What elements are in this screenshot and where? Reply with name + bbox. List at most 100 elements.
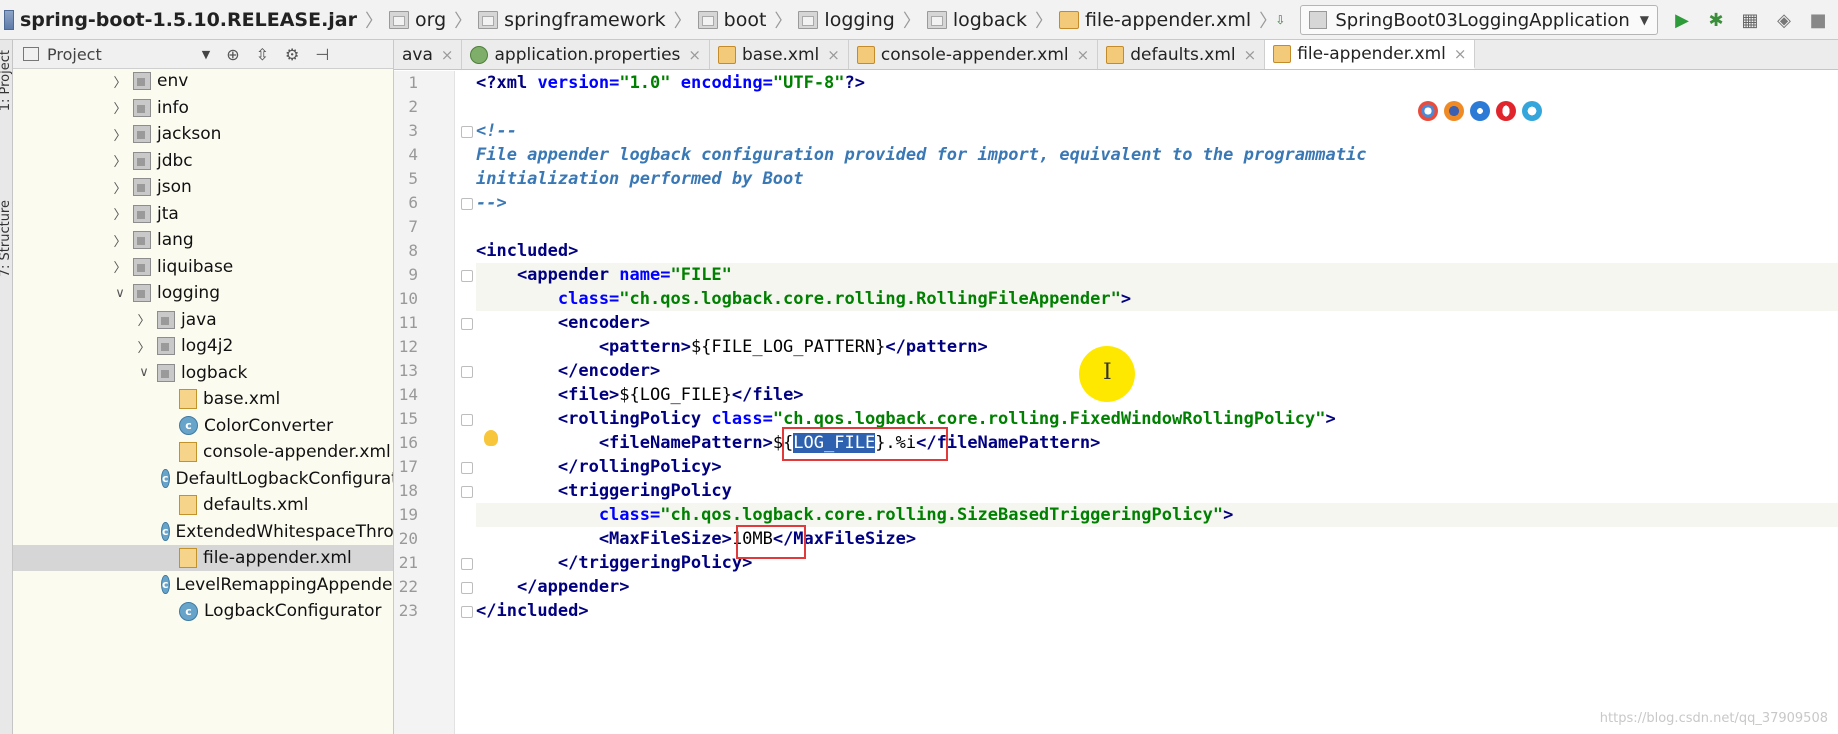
code-line[interactable]: <rollingPolicy class="ch.qos.logback.cor… [476,407,1776,431]
lightbulb-icon[interactable] [484,430,498,446]
fold-marker-icon[interactable] [461,606,473,618]
code-line[interactable]: <MaxFileSize>10MB</MaxFileSize> [476,527,1776,551]
tree-item[interactable]: ∨ logging [13,280,393,306]
run-icon[interactable]: ▶ [1668,6,1696,34]
code-line[interactable]: </rollingPolicy> [476,455,1776,479]
fold-marker-icon[interactable] [461,558,473,570]
profile-icon[interactable]: ◈ [1770,6,1798,34]
fold-marker-icon[interactable] [461,126,473,138]
tree-item[interactable]: 〉 java [13,307,393,333]
tree-item[interactable]: base.xml [13,386,393,412]
target-icon[interactable]: ⊕ [226,45,239,64]
tree-item[interactable]: console-appender.xml [13,439,393,465]
editor-tab[interactable]: ava × [394,40,463,69]
code-line[interactable] [476,215,1776,239]
sort-icon[interactable]: ⇩ [1266,6,1294,34]
code-line[interactable]: <encoder> [476,311,1776,335]
chevron-right-icon[interactable]: 〉 [111,204,129,223]
chevron-right-icon[interactable]: 〉 [135,310,153,329]
project-tool-tab[interactable]: 1: Project [0,50,13,111]
chevron-right-icon[interactable]: 〉 [135,337,153,356]
fold-marker-icon[interactable] [461,366,473,378]
safari-icon[interactable] [1470,101,1490,121]
tree-item[interactable]: c DefaultLogbackConfigurati [13,466,393,492]
firefox-icon[interactable] [1444,101,1464,121]
code-line[interactable]: class="ch.qos.logback.core.rolling.SizeB… [476,503,1838,527]
code-line[interactable]: <included> [476,239,1776,263]
tree-item[interactable]: 〉 json [13,174,393,200]
tree-item[interactable]: ∨ logback [13,360,393,386]
code-line[interactable]: </triggeringPolicy> [476,551,1776,575]
fold-marker-icon[interactable] [461,462,473,474]
code-line[interactable] [476,95,1776,119]
breadcrumb-item-springframework[interactable]: springframework [474,0,671,40]
chevron-right-icon[interactable]: 〉 [111,178,129,197]
tree-item[interactable]: 〉 info [13,95,393,121]
code-line[interactable]: initialization performed by Boot [476,167,1776,191]
editor-tab[interactable]: file-appender.xml × [1265,40,1476,69]
chevron-down-icon[interactable]: ∨ [111,286,129,301]
chevron-down-icon[interactable]: ▼ [202,48,210,61]
chevron-right-icon[interactable]: 〉 [111,257,129,276]
code-line[interactable]: </included> [476,599,1776,623]
breadcrumb-item-boot[interactable]: boot [694,0,773,40]
tree-item[interactable]: defaults.xml [13,492,393,518]
chevron-right-icon[interactable]: 〉 [111,72,129,91]
chevron-down-icon[interactable]: ∨ [135,365,153,380]
fold-marker-icon[interactable] [461,486,473,498]
close-icon[interactable]: × [441,46,454,64]
tree-item[interactable]: file-appender.xml [13,545,393,571]
close-icon[interactable]: × [1454,45,1467,63]
tree-item[interactable]: c ColorConverter [13,413,393,439]
opera-icon[interactable] [1496,101,1516,121]
close-icon[interactable]: × [688,46,701,64]
fold-marker-icon[interactable] [461,318,473,330]
hide-panel-icon[interactable]: ⊣ [315,45,329,64]
run-config-select[interactable]: SpringBoot03LoggingApplication ▼ [1300,5,1658,35]
code-line[interactable]: <appender name="FILE" [476,263,1838,287]
tree-item[interactable]: 〉 jackson [13,121,393,147]
code-line[interactable]: --> [476,191,1776,215]
tree-item[interactable]: c ExtendedWhitespaceThrow [13,519,393,545]
fold-marker-icon[interactable] [461,582,473,594]
code-line[interactable]: <?xml version="1.0" encoding="UTF-8"?> [476,71,1776,95]
stop-icon[interactable]: ■ [1804,6,1832,34]
fold-marker-icon[interactable] [461,414,473,426]
tree-item[interactable]: 〉 jta [13,201,393,227]
project-panel-title[interactable]: Project [47,45,102,64]
editor-tab[interactable]: defaults.xml × [1098,40,1266,69]
close-icon[interactable]: × [1077,46,1090,64]
fold-marker-icon[interactable] [461,198,473,210]
tree-item[interactable]: 〉 log4j2 [13,333,393,359]
code-line[interactable]: </appender> [476,575,1776,599]
breadcrumb-item-logback[interactable]: logback [923,0,1033,40]
breadcrumb-jar[interactable]: spring-boot-1.5.10.RELEASE.jar [0,0,363,40]
tree-item[interactable]: 〉 lang [13,227,393,253]
editor-tab[interactable]: console-appender.xml × [849,40,1099,69]
coverage-icon[interactable]: ▦ [1736,6,1764,34]
editor-tab[interactable]: base.xml × [710,40,849,69]
breadcrumb-file[interactable]: file-appender.xml [1055,0,1257,40]
chevron-right-icon[interactable]: 〉 [111,98,129,117]
breadcrumb-item-logging[interactable]: logging [794,0,900,40]
tree-item[interactable]: 〉 jdbc [13,148,393,174]
tree-item[interactable]: c LevelRemappingAppender [13,572,393,598]
breadcrumb-item-org[interactable]: org [385,0,452,40]
ie-icon[interactable] [1522,101,1542,121]
code-line[interactable]: File appender logback configuration prov… [476,143,1776,167]
tree-item[interactable]: 〉 env [13,68,393,94]
chevron-right-icon[interactable]: 〉 [111,151,129,170]
structure-tool-tab[interactable]: 7: Structure [0,200,13,277]
chevron-right-icon[interactable]: 〉 [111,125,129,144]
tree-item[interactable]: 〉 liquibase [13,254,393,280]
code-line[interactable]: class="ch.qos.logback.core.rolling.Rolli… [476,287,1838,311]
code-line[interactable]: <fileNamePattern>${LOG_FILE}.%i</fileNam… [476,431,1776,455]
editor-tab[interactable]: application.properties × [462,40,710,69]
code-line[interactable]: <triggeringPolicy [476,479,1776,503]
chevron-right-icon[interactable]: 〉 [111,231,129,250]
debug-icon[interactable]: ✱ [1702,6,1730,34]
collapse-icon[interactable]: ⇳ [256,45,269,64]
code-line[interactable]: <!-- [476,119,1776,143]
chrome-icon[interactable] [1418,101,1438,121]
close-icon[interactable]: × [1244,46,1257,64]
